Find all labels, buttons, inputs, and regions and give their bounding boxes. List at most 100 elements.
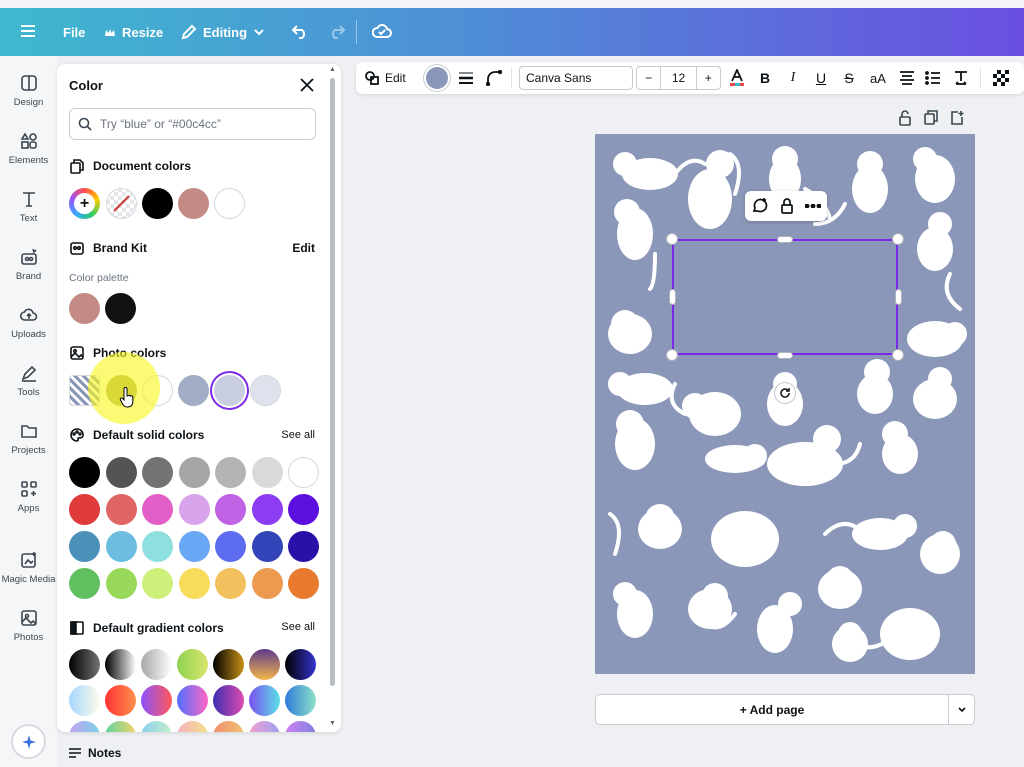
save-status-button[interactable] [372,22,392,40]
solid-color-swatch[interactable] [215,531,246,562]
photo-color-swatch[interactable] [178,375,209,406]
brand-kit-edit-link[interactable]: Edit [292,241,315,255]
gradient-swatch[interactable] [249,649,280,680]
solid-color-swatch[interactable] [178,531,210,562]
color-search-field[interactable] [69,108,316,140]
gradient-swatch[interactable] [141,721,172,732]
gradient-swatch[interactable] [249,721,280,732]
add-comment-icon[interactable] [751,197,769,215]
solid-color-swatch[interactable] [288,568,319,599]
rail-item-design[interactable]: Design [0,74,57,108]
solid-color-swatch[interactable] [142,531,173,562]
solid-color-swatch[interactable] [105,457,137,488]
solid-color-swatch[interactable] [142,568,173,599]
add-color-button[interactable]: + [69,188,100,219]
resize-button[interactable]: Resize [104,25,163,40]
resize-handle-bottom-right[interactable] [893,350,903,360]
photo-color-swatch[interactable] [250,375,281,406]
align-button[interactable] [897,62,917,94]
solid-color-swatch[interactable] [178,457,210,488]
resize-handle-left[interactable] [670,290,675,304]
gradient-swatch[interactable] [69,685,100,716]
edit-shape-button[interactable]: Edit [364,62,406,94]
solid-color-swatch[interactable] [288,531,319,562]
notes-button[interactable]: Notes [68,746,121,760]
magic-assistant-button[interactable] [11,724,46,759]
brand-color-swatch[interactable] [105,293,136,324]
fill-color-button[interactable] [426,62,448,94]
solid-color-swatch[interactable] [215,494,246,525]
resize-handle-top-left[interactable] [667,234,677,244]
gradient-swatch[interactable] [177,685,208,716]
solid-color-swatch[interactable] [288,457,319,488]
border-style-button[interactable] [456,62,476,94]
lock-icon[interactable] [780,198,794,214]
gradient-swatch[interactable] [141,649,172,680]
gradient-swatch[interactable] [285,685,316,716]
resize-handle-top[interactable] [778,237,792,242]
strikethrough-button[interactable]: S [839,62,859,94]
gradient-swatch[interactable] [69,721,100,732]
document-color-swatch[interactable] [178,188,209,219]
solid-color-swatch[interactable] [251,457,283,488]
solid-color-swatch[interactable] [251,531,283,562]
add-page-icon[interactable] [950,110,964,126]
add-page-options-button[interactable] [948,694,975,725]
solid-color-swatch[interactable] [69,457,100,488]
scroll-up-icon[interactable]: ▲ [329,66,336,73]
font-size-increase-button[interactable]: + [697,71,720,85]
photo-color-swatch-selected[interactable] [214,375,245,406]
font-size-decrease-button[interactable]: − [637,71,660,85]
lock-page-icon[interactable] [898,110,912,126]
rail-item-projects[interactable]: Projects [0,422,57,456]
solid-color-swatch[interactable] [69,568,100,599]
gradient-swatch[interactable] [69,649,100,680]
brand-color-swatch[interactable] [69,293,100,324]
selected-rectangle[interactable] [672,239,898,355]
gradient-swatch[interactable] [141,685,172,716]
rail-item-tools[interactable]: Tools [0,364,57,398]
solid-see-all-link[interactable]: See all [281,429,315,441]
solid-color-swatch[interactable] [251,494,283,525]
rail-item-magic-media[interactable]: Magic Media [0,551,57,585]
document-color-swatch[interactable] [214,188,245,219]
gradient-swatch[interactable] [177,649,208,680]
solid-color-swatch[interactable] [215,457,246,488]
undo-button[interactable] [291,23,309,39]
letter-case-button[interactable]: aA [867,62,889,94]
close-icon[interactable] [298,76,316,94]
gradient-swatch[interactable] [105,685,136,716]
underline-button[interactable]: U [811,62,831,94]
redo-button[interactable] [328,23,346,39]
solid-color-swatch[interactable] [69,531,100,562]
rail-item-photos[interactable]: Photos [0,609,57,643]
gradient-see-all-link[interactable]: See all [281,621,315,633]
transparent-swatch[interactable] [106,188,137,219]
gradient-swatch[interactable] [177,721,208,732]
resize-handle-top-right[interactable] [893,234,903,244]
gradient-swatch[interactable] [105,721,136,732]
solid-color-swatch[interactable] [288,494,319,525]
scroll-down-icon[interactable]: ▼ [329,720,336,727]
rotate-handle[interactable] [775,383,795,403]
italic-button[interactable]: I [783,62,803,94]
rail-item-uploads[interactable]: Uploads [0,306,57,340]
gradient-swatch[interactable] [213,685,244,716]
font-family-dropdown[interactable]: Canva Sans [519,66,633,90]
rail-item-text[interactable]: Text [0,190,57,224]
solid-color-swatch[interactable] [69,494,100,525]
menu-button[interactable] [20,24,36,38]
add-page-button[interactable]: + Add page [595,694,949,725]
panel-scrollbar[interactable] [330,78,335,686]
solid-color-swatch[interactable] [178,568,210,599]
document-color-swatch[interactable] [142,188,173,219]
resize-handle-bottom-left[interactable] [667,350,677,360]
list-button[interactable] [923,62,943,94]
solid-color-swatch[interactable] [251,568,283,599]
solid-color-swatch[interactable] [105,568,137,599]
gradient-swatch[interactable] [249,685,280,716]
font-size-input[interactable]: 12 [660,67,697,89]
rail-item-elements[interactable]: Elements [0,132,57,166]
resize-handle-right[interactable] [896,290,901,304]
gradient-swatch[interactable] [285,721,316,732]
